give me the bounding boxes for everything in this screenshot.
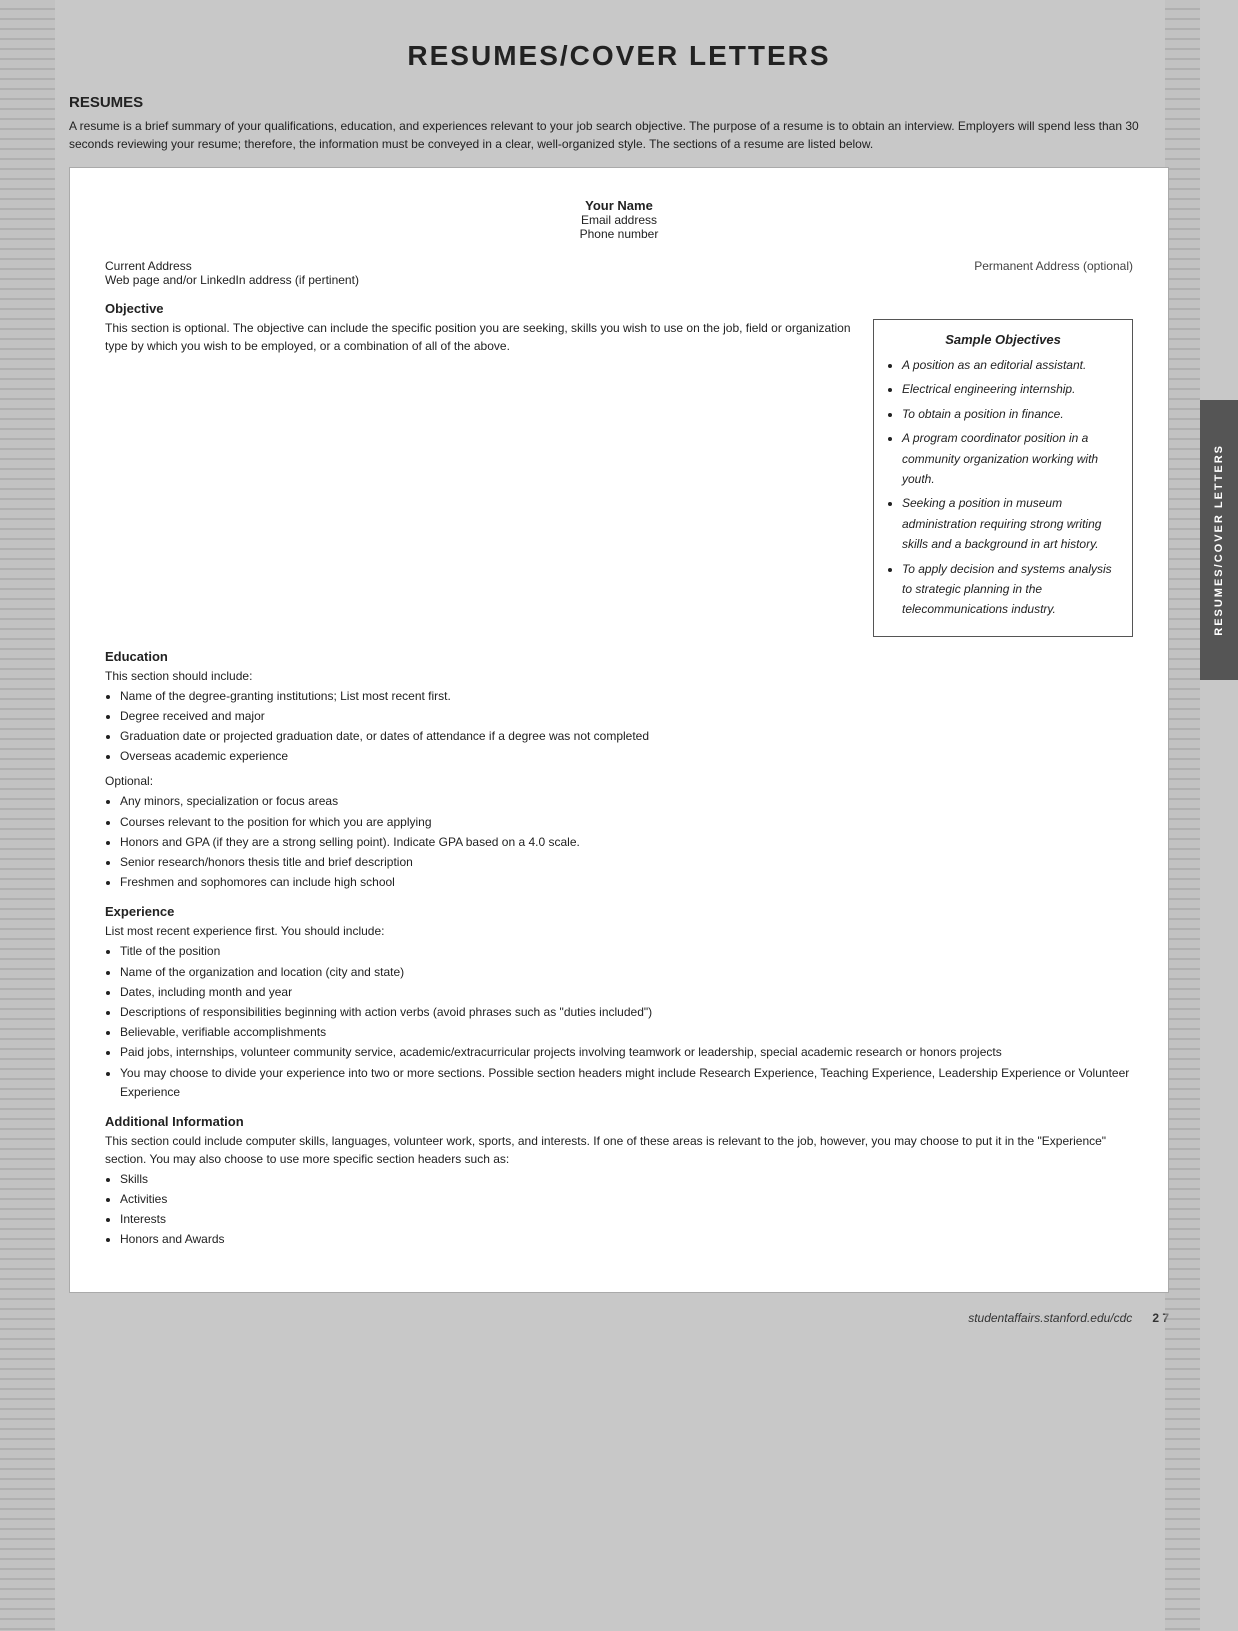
- list-item: To obtain a position in finance.: [902, 404, 1118, 424]
- list-item: Graduation date or projected graduation …: [120, 727, 1133, 746]
- experience-list: Title of the position Name of the organi…: [120, 942, 1133, 1102]
- objective-left: This section is optional. The objective …: [105, 319, 853, 637]
- sample-objectives-title: Sample Objectives: [888, 332, 1118, 347]
- footer-url: studentaffairs.stanford.edu/cdc: [968, 1311, 1132, 1325]
- resumes-heading: RESUMES: [69, 94, 1169, 111]
- list-item: Overseas academic experience: [120, 747, 1133, 766]
- two-col-layout: This section is optional. The objective …: [105, 319, 1133, 637]
- list-item: Skills: [120, 1170, 1133, 1189]
- resume-document-box: Your Name Email address Phone number Cur…: [69, 167, 1169, 1293]
- education-intro: This section should include:: [105, 667, 1133, 685]
- content-area: RESUMES/COVER LETTERS RESUMES A resume i…: [69, 30, 1169, 1325]
- list-item: Any minors, specialization or focus area…: [120, 792, 1133, 811]
- side-tab-label: RESUMES/COVER LETTERS: [1213, 444, 1225, 636]
- list-item: Dates, including month and year: [120, 983, 1133, 1002]
- list-item: Honors and GPA (if they are a strong sel…: [120, 833, 1133, 852]
- list-item: Believable, verifiable accomplishments: [120, 1023, 1133, 1042]
- left-address: Current Address Web page and/or LinkedIn…: [105, 259, 359, 287]
- list-item: Honors and Awards: [120, 1230, 1133, 1249]
- sample-objectives-container: Sample Objectives A position as an edito…: [873, 319, 1133, 637]
- resume-name: Your Name: [105, 198, 1133, 213]
- right-decoration: [1165, 0, 1200, 1631]
- intro-paragraph: A resume is a brief summary of your qual…: [69, 117, 1169, 153]
- side-tab: RESUMES/COVER LETTERS: [1200, 400, 1238, 680]
- page-footer: studentaffairs.stanford.edu/cdc 2 7: [69, 1311, 1169, 1325]
- list-item: Descriptions of responsibilities beginni…: [120, 1003, 1133, 1022]
- experience-section: Experience List most recent experience f…: [105, 904, 1133, 1102]
- list-item: Paid jobs, internships, volunteer commun…: [120, 1043, 1133, 1062]
- additional-title: Additional Information: [105, 1114, 1133, 1129]
- objective-title: Objective: [105, 301, 1133, 316]
- education-list: Name of the degree-granting institutions…: [120, 687, 1133, 767]
- address-row: Current Address Web page and/or LinkedIn…: [105, 259, 1133, 287]
- list-item: Seeking a position in museum administrat…: [902, 493, 1118, 554]
- experience-title: Experience: [105, 904, 1133, 919]
- optional-label: Optional:: [105, 772, 1133, 790]
- left-decoration: [0, 0, 55, 1631]
- list-item: A program coordinator position in a comm…: [902, 428, 1118, 489]
- education-section: Education This section should include: N…: [105, 649, 1133, 893]
- web-address: Web page and/or LinkedIn address (if per…: [105, 273, 359, 287]
- sample-objectives-list: A position as an editorial assistant. El…: [902, 355, 1118, 620]
- list-item: Degree received and major: [120, 707, 1133, 726]
- resume-header: Your Name Email address Phone number: [105, 198, 1133, 241]
- resumes-intro-section: RESUMES A resume is a brief summary of y…: [69, 94, 1169, 155]
- list-item: Freshmen and sophomores can include high…: [120, 873, 1133, 892]
- additional-list: Skills Activities Interests Honors and A…: [120, 1170, 1133, 1250]
- current-address-label: Current Address: [105, 259, 359, 273]
- experience-intro: List most recent experience first. You s…: [105, 922, 1133, 940]
- list-item: A position as an editorial assistant.: [902, 355, 1118, 375]
- list-item: Activities: [120, 1190, 1133, 1209]
- resume-email: Email address: [105, 213, 1133, 227]
- permanent-address: Permanent Address (optional): [974, 259, 1133, 287]
- resume-phone: Phone number: [105, 227, 1133, 241]
- list-item: Name of the organization and location (c…: [120, 963, 1133, 982]
- objective-section: Objective This section is optional. The …: [105, 301, 1133, 637]
- list-item: Courses relevant to the position for whi…: [120, 813, 1133, 832]
- list-item: Electrical engineering internship.: [902, 379, 1118, 399]
- list-item: Interests: [120, 1210, 1133, 1229]
- page-title: RESUMES/COVER LETTERS: [69, 40, 1169, 72]
- page-wrapper: RESUMES/COVER LETTERS RESUMES/COVER LETT…: [0, 0, 1238, 1631]
- list-item: You may choose to divide your experience…: [120, 1064, 1133, 1102]
- education-optional-list: Any minors, specialization or focus area…: [120, 792, 1133, 892]
- list-item: To apply decision and systems analysis t…: [902, 559, 1118, 620]
- education-title: Education: [105, 649, 1133, 664]
- additional-section: Additional Information This section coul…: [105, 1114, 1133, 1250]
- sample-objectives-box: Sample Objectives A position as an edito…: [873, 319, 1133, 637]
- objective-text: This section is optional. The objective …: [105, 319, 853, 355]
- list-item: Name of the degree-granting institutions…: [120, 687, 1133, 706]
- list-item: Senior research/honors thesis title and …: [120, 853, 1133, 872]
- additional-text: This section could include computer skil…: [105, 1132, 1133, 1168]
- list-item: Title of the position: [120, 942, 1133, 961]
